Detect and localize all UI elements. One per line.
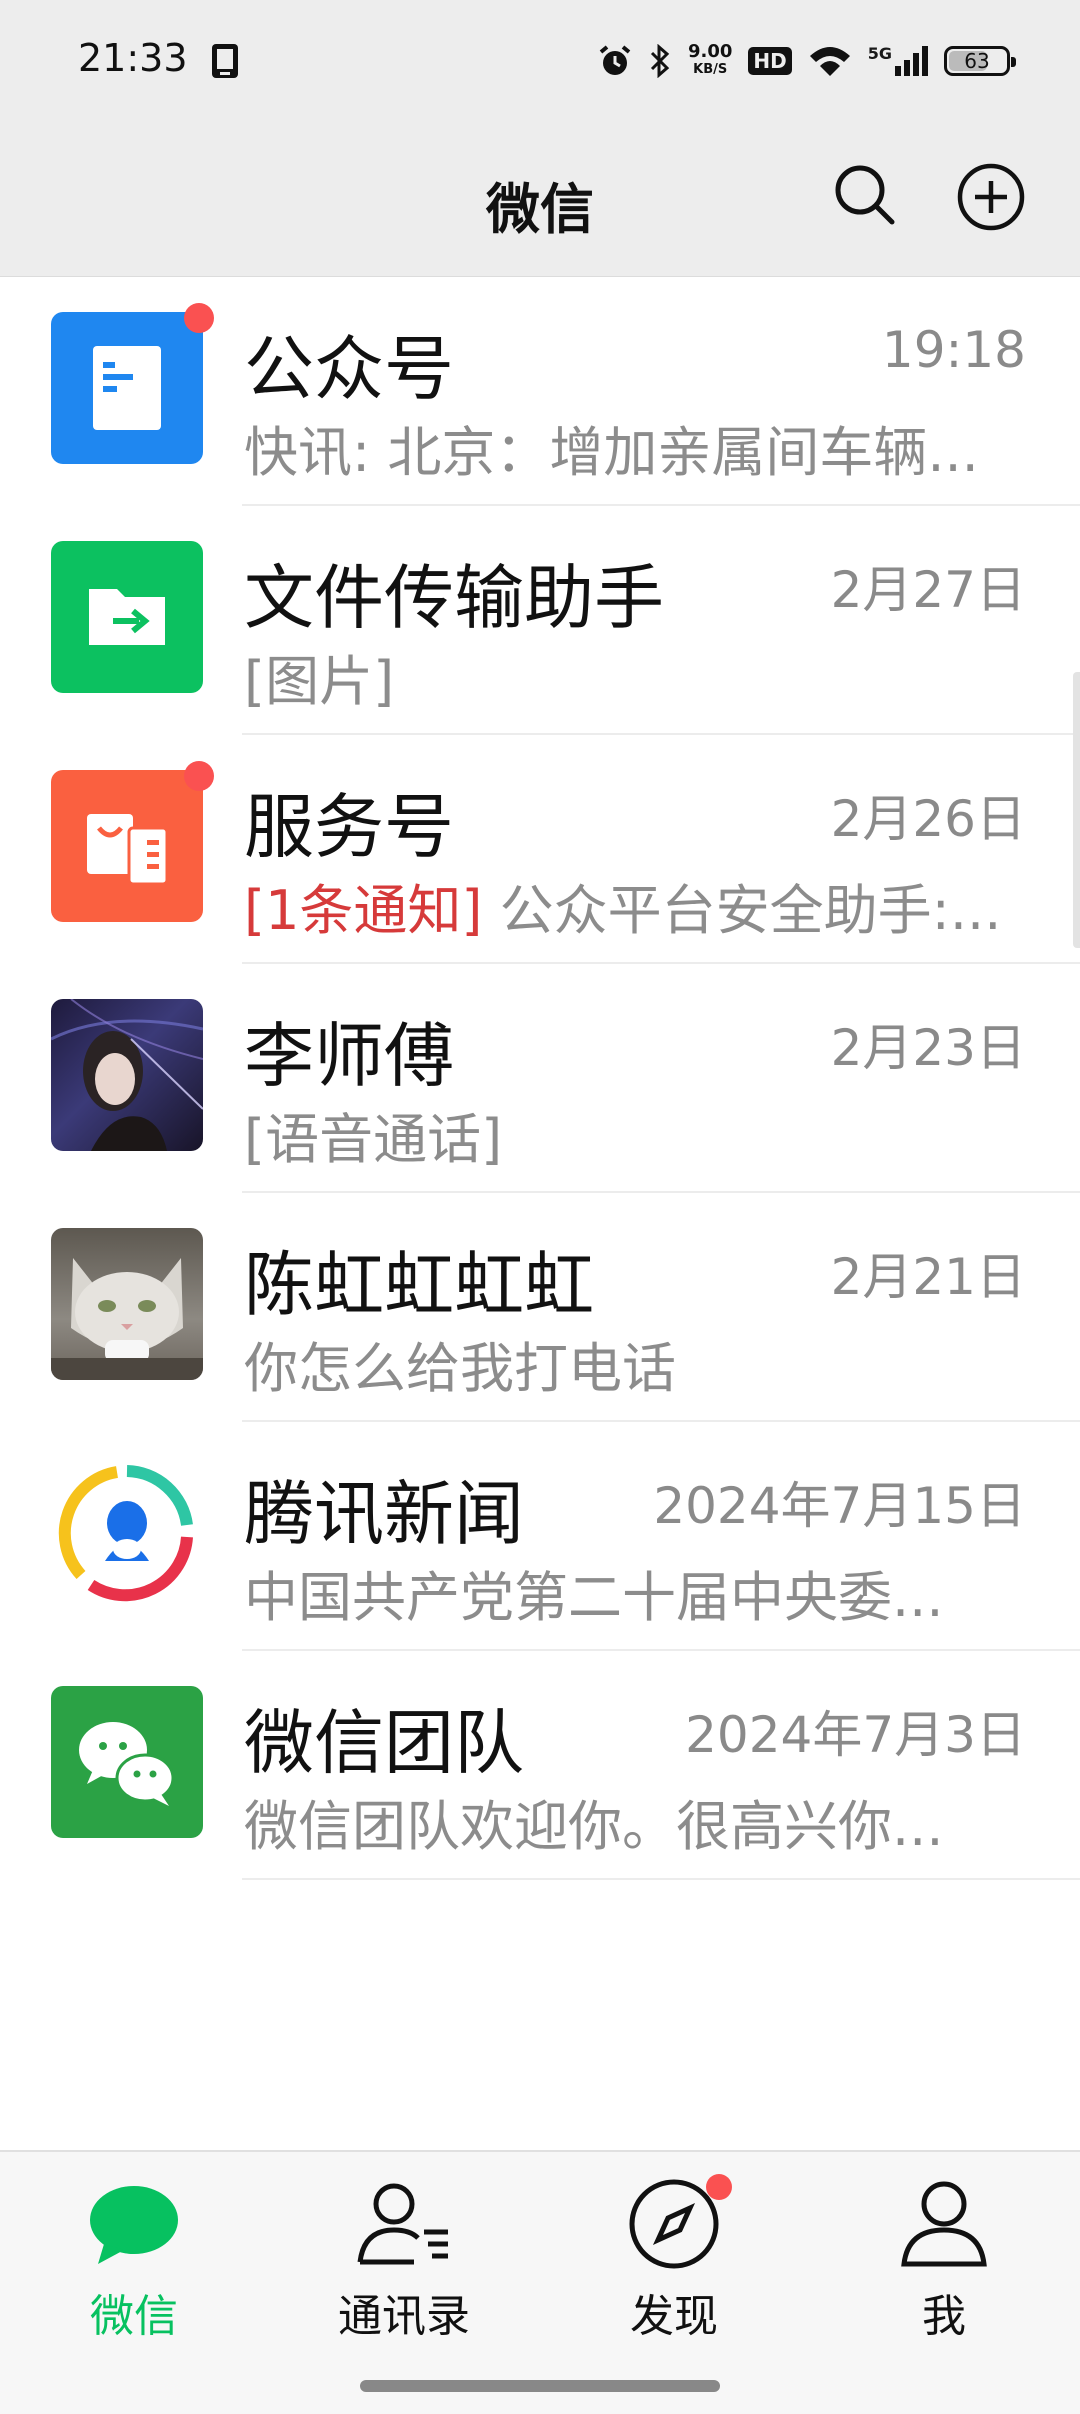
tab-discover[interactable]: 发现 (574, 2174, 774, 2374)
chat-item-service-accounts[interactable]: 服务号 2月26日 [1条通知] 公众平台安全助手:... (0, 735, 1080, 964)
net-speed-unit: KB/S (693, 62, 728, 77)
plus-circle-icon[interactable] (956, 162, 1026, 232)
person-icon (901, 2181, 987, 2267)
bluetooth-icon (650, 44, 670, 78)
net-speed-value: 9.00 (687, 41, 733, 62)
home-indicator[interactable] (360, 2380, 720, 2392)
alarm-icon (599, 45, 631, 75)
chat-item-wechat-team[interactable]: 微信团队 2024年7月3日 微信团队欢迎你。很高兴你... (0, 1651, 1080, 1880)
wifi-icon (809, 47, 850, 76)
tab-label: 微信 (90, 2291, 178, 2342)
user-photo (51, 999, 203, 1151)
avatar (51, 1228, 203, 1380)
chat-preview: 快讯: 北京：增加亲属间车辆... (244, 421, 979, 484)
chat-time: 2月26日 (830, 790, 1026, 848)
battery-level: 63 (964, 49, 990, 73)
chat-preview: 微信团队欢迎你。很高兴你... (244, 1795, 944, 1858)
status-bar: 21:33 9.00 KB/S HD 5G 63 (0, 0, 1080, 120)
signal-label: 5G (867, 44, 892, 63)
avatar (51, 770, 203, 922)
chat-time: 2月27日 (830, 561, 1026, 619)
status-icons: 9.00 KB/S HD 5G 63 (598, 36, 1016, 86)
bottom-tab-bar: 微信 通讯录 发现 我 (0, 2150, 1080, 2414)
chat-preview: 中国共产党第二十届中央委... (244, 1566, 944, 1629)
battery-icon: 63 (944, 46, 1016, 76)
tab-contacts[interactable]: 通讯录 (304, 2174, 504, 2374)
search-icon[interactable] (832, 162, 898, 228)
chat-preview: [1条通知] 公众平台安全助手:... (244, 866, 1004, 945)
chat-name: 服务号 (244, 786, 454, 868)
chat-name: 公众号 (244, 328, 454, 410)
chat-name: 陈虹虹虹虹 (244, 1244, 594, 1326)
chat-item-li-shifu[interactable]: 李师傅 2月23日 [语音通话] (0, 964, 1080, 1193)
unread-dot (184, 303, 214, 333)
chat-list: 公众号 19:18 快讯: 北京：增加亲属间车辆... 文件传输助手 2月27日… (0, 277, 1080, 1880)
chat-time: 19:18 (881, 321, 1026, 379)
tab-label: 我 (922, 2291, 966, 2342)
chat-preview-text: 公众平台安全助手:... (499, 879, 1002, 942)
divider (242, 1878, 1080, 1880)
app-header: 微信 (0, 120, 1080, 277)
service-bag-icon (87, 814, 169, 886)
tencent-news-logo (58, 1465, 193, 1602)
net-speed: 9.00 KB/S (688, 43, 732, 79)
discover-badge-dot (706, 2174, 732, 2200)
chat-name: 腾讯新闻 (244, 1473, 524, 1555)
unread-dot (184, 761, 214, 791)
chat-preview: 你怎么给我打电话 (244, 1337, 676, 1400)
chat-time: 2024年7月15日 (653, 1477, 1026, 1535)
chat-time: 2月21日 (830, 1248, 1026, 1306)
chat-time: 2月23日 (830, 1019, 1026, 1077)
chat-preview: [语音通话] (244, 1108, 503, 1171)
chat-item-file-transfer[interactable]: 文件传输助手 2月27日 [图片] (0, 506, 1080, 735)
scrollbar[interactable] (1073, 672, 1080, 948)
document-icon (93, 346, 161, 430)
avatar (51, 1686, 203, 1838)
avatar (51, 999, 203, 1151)
signal-indicator: 5G (868, 44, 928, 78)
chat-item-official-accounts[interactable]: 公众号 19:18 快讯: 北京：增加亲属间车辆... (0, 277, 1080, 506)
tab-label: 发现 (630, 2291, 718, 2342)
chat-item-chen-honghong[interactable]: 陈虹虹虹虹 2月21日 你怎么给我打电话 (0, 1193, 1080, 1422)
contacts-icon (357, 2183, 448, 2265)
avatar (51, 312, 203, 464)
signal-icon (895, 46, 928, 76)
folder-transfer-icon (89, 589, 165, 645)
status-time: 21:33 (78, 36, 188, 80)
tab-chats[interactable]: 微信 (34, 2174, 234, 2374)
notice-tag: [1条通知] (244, 879, 483, 942)
tab-me[interactable]: 我 (844, 2174, 1044, 2374)
avatar (51, 541, 203, 693)
chat-time: 2024年7月3日 (685, 1706, 1026, 1764)
phone-icon (212, 44, 238, 78)
chat-preview: [图片] (244, 650, 395, 713)
chat-name: 微信团队 (244, 1702, 524, 1784)
cat-photo (51, 1258, 203, 1380)
avatar (51, 1457, 203, 1609)
chat-bubble-icon (90, 2186, 178, 2264)
wechat-logo (79, 1722, 175, 1806)
chat-name: 文件传输助手 (244, 557, 664, 639)
chat-name: 李师傅 (244, 1015, 454, 1097)
tab-label: 通讯录 (338, 2291, 470, 2342)
hd-badge: HD (748, 47, 792, 75)
page-title: 微信 (486, 178, 594, 241)
chat-item-tencent-news[interactable]: 腾讯新闻 2024年7月15日 中国共产党第二十届中央委... (0, 1422, 1080, 1651)
